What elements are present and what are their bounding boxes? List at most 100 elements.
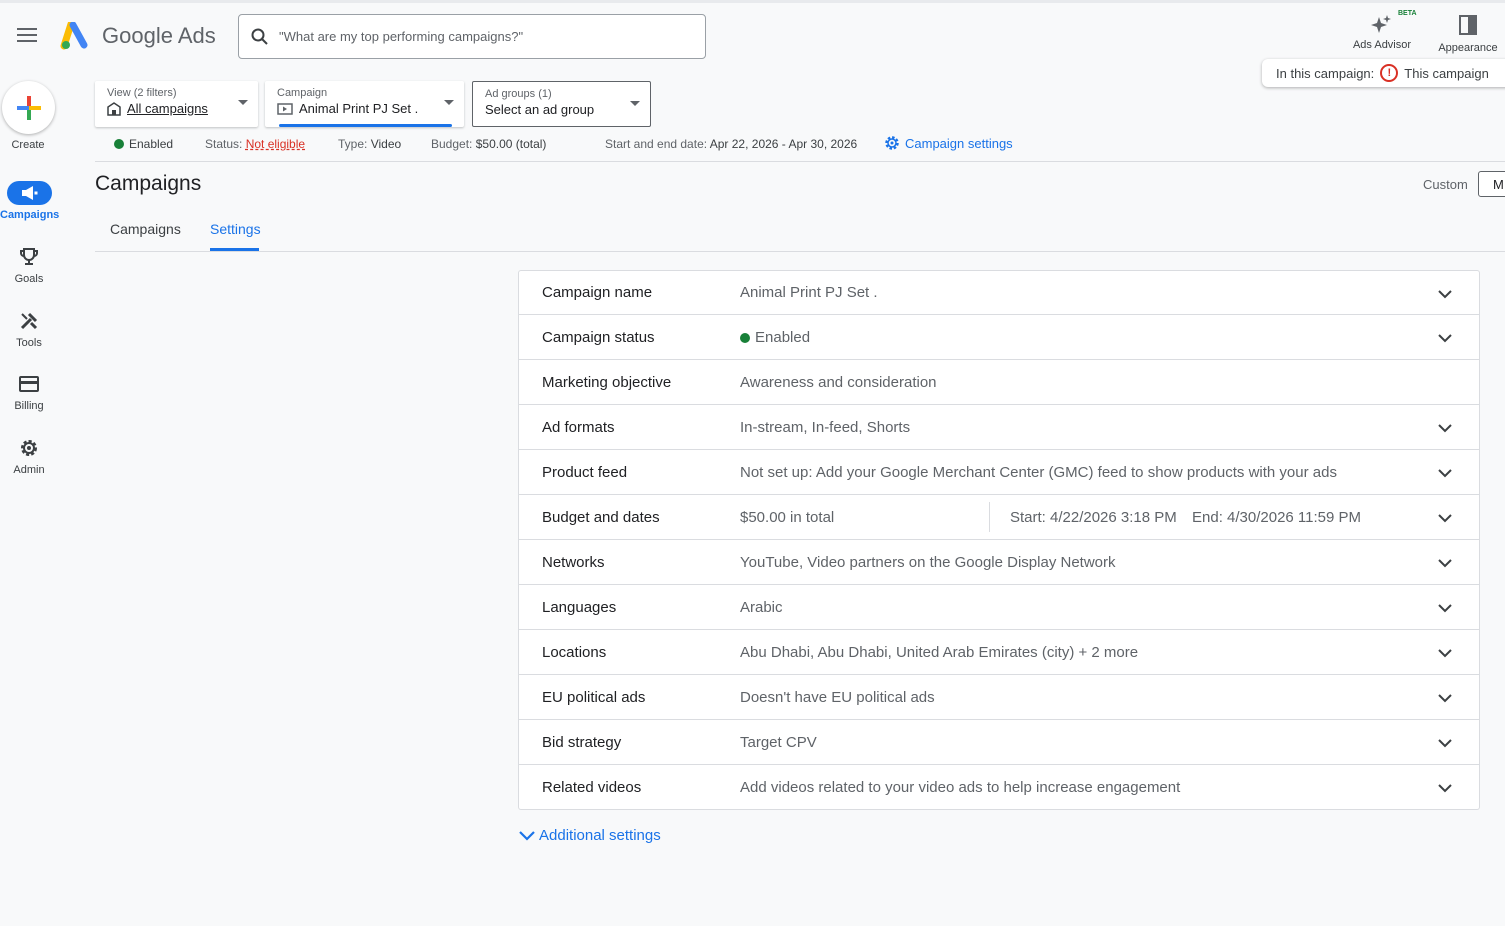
nav-billing[interactable]: Billing	[0, 372, 58, 412]
additional-settings-toggle[interactable]: Additional settings	[518, 827, 661, 844]
selected-underline	[279, 124, 452, 127]
banner-text: This campaign	[1404, 65, 1489, 81]
setting-value: Target CPV	[740, 733, 817, 751]
setting-value: Abu Dhabi, Abu Dhabi, United Arab Emirat…	[740, 643, 1139, 661]
nav-campaigns[interactable]: Campaigns	[0, 181, 59, 221]
campaign-dates: Start and end date: Apr 22, 2026 - Apr 3…	[605, 137, 858, 151]
setting-name: EU political ads	[542, 688, 646, 706]
setting-value: In-stream, In-feed, Shorts	[740, 418, 911, 436]
chevron-down-icon	[1438, 424, 1452, 433]
search-input[interactable]	[279, 29, 679, 44]
setting-name: Budget and dates	[542, 508, 660, 526]
main-menu-icon[interactable]	[17, 28, 37, 44]
chevron-down-icon	[1438, 604, 1452, 613]
setting-value: Add videos related to your video ads to …	[740, 778, 1181, 796]
trophy-icon	[17, 245, 41, 269]
setting-row-languages[interactable]: Languages Arabic	[518, 585, 1480, 630]
chevron-down-icon	[519, 830, 535, 841]
setting-row-budget-and-dates[interactable]: Budget and dates $50.00 in total Start: …	[518, 495, 1480, 540]
setting-value: YouTube, Video partners on the Google Di…	[740, 553, 1116, 571]
setting-name: Bid strategy	[542, 733, 622, 751]
date-range-selector[interactable]: M	[1478, 171, 1505, 197]
adgroups-filter-value: Select an ad group	[485, 102, 595, 117]
nav-tools-label: Tools	[16, 337, 42, 349]
setting-value: Awareness and consideration	[740, 373, 937, 391]
view-filter-label: View (2 filters)	[107, 87, 177, 99]
additional-settings-label: Additional settings	[539, 827, 661, 844]
nav-billing-label: Billing	[14, 400, 44, 412]
chevron-down-icon	[1438, 739, 1452, 748]
campaign-filter-value: Animal Print PJ Set .	[299, 101, 419, 116]
nav-admin[interactable]: Admin	[0, 436, 58, 476]
nav-admin-label: Admin	[13, 464, 45, 476]
search-icon	[251, 28, 268, 45]
chevron-down-icon	[630, 101, 640, 106]
setting-value: Enabled	[740, 329, 810, 346]
nav-goals[interactable]: Goals	[0, 245, 58, 285]
alert-icon: !	[1380, 64, 1399, 82]
ads-advisor-button[interactable]: BETA Ads Advisor	[1348, 10, 1417, 51]
adgroups-filter-label: Ad groups (1)	[485, 88, 552, 100]
tab-settings[interactable]: Settings	[210, 221, 261, 237]
setting-name: Networks	[542, 553, 605, 571]
status-dot-icon	[114, 139, 124, 149]
plus-icon	[16, 95, 41, 120]
appearance-label: Appearance	[1438, 42, 1498, 54]
nav-tools[interactable]: Tools	[0, 309, 58, 349]
campaign-filter-label: Campaign	[277, 87, 328, 99]
eligibility-status[interactable]: Status: Not eligible	[205, 137, 305, 151]
nav-goals-label: Goals	[14, 273, 44, 285]
campaign-filter-chip[interactable]: Campaign Animal Print PJ Set .	[265, 81, 464, 127]
appearance-button[interactable]: Appearance	[1432, 10, 1504, 54]
chevron-down-icon	[1438, 694, 1452, 703]
setting-name: Languages	[542, 598, 617, 616]
divider	[95, 161, 1505, 162]
create-button[interactable]	[2, 81, 55, 134]
setting-row-ad-formats[interactable]: Ad formats In-stream, In-feed, Shorts	[518, 405, 1480, 450]
view-filter-chip[interactable]: View (2 filters) All campaigns	[95, 81, 258, 127]
sparkle-icon	[1371, 15, 1391, 33]
setting-row-related-videos[interactable]: Related videos Add videos related to you…	[518, 765, 1480, 810]
setting-name: Locations	[542, 643, 607, 661]
chevron-down-icon	[1438, 469, 1452, 478]
tools-icon	[17, 309, 41, 333]
campaign-budget: Budget: $50.00 (total)	[431, 137, 547, 151]
setting-value: Arabic	[740, 598, 783, 616]
banner-prefix: In this campaign:	[1276, 65, 1375, 81]
setting-row-networks[interactable]: Networks YouTube, Video partners on the …	[518, 540, 1480, 585]
chevron-down-icon	[1438, 784, 1452, 793]
create-label: Create	[11, 139, 45, 151]
view-filter-value: All campaigns	[127, 101, 208, 116]
divider	[989, 502, 990, 532]
setting-name: Ad formats	[542, 418, 615, 436]
video-campaign-icon	[277, 102, 293, 115]
setting-row-campaign-name[interactable]: Campaign name Animal Print PJ Set .	[518, 270, 1480, 315]
campaign-alert-banner[interactable]: In this campaign: ! This campaign	[1262, 59, 1505, 87]
setting-name: Marketing objective	[542, 373, 672, 391]
chevron-down-icon	[1438, 514, 1452, 523]
setting-value: Animal Print PJ Set .	[740, 284, 878, 301]
chevron-down-icon	[1438, 649, 1452, 658]
setting-name: Product feed	[542, 463, 628, 481]
setting-row-locations[interactable]: Locations Abu Dhabi, Abu Dhabi, United A…	[518, 630, 1480, 675]
setting-row-eu-political-ads[interactable]: EU political ads Doesn't have EU politic…	[518, 675, 1480, 720]
end-date: End: 4/30/2026 11:59 PM	[1192, 508, 1362, 526]
chevron-down-icon	[238, 100, 248, 105]
setting-row-campaign-status[interactable]: Campaign status Enabled	[518, 315, 1480, 360]
setting-row-bid-strategy[interactable]: Bid strategy Target CPV	[518, 720, 1480, 765]
ads-advisor-label: Ads Advisor	[1352, 39, 1412, 51]
tab-campaigns[interactable]: Campaigns	[110, 221, 181, 237]
google-ads-logo-icon	[60, 22, 88, 50]
campaign-settings-link[interactable]: Campaign settings	[884, 135, 1013, 151]
page-title: Campaigns	[95, 172, 202, 195]
search-bar[interactable]	[238, 14, 706, 59]
appearance-icon	[1459, 15, 1477, 35]
chevron-down-icon	[444, 100, 454, 105]
setting-row-marketing-objective: Marketing objective Awareness and consid…	[518, 360, 1480, 405]
gear-icon	[885, 136, 899, 150]
adgroups-filter-chip[interactable]: Ad groups (1) Select an ad group	[472, 81, 651, 127]
enabled-status: Enabled	[114, 137, 173, 151]
setting-row-product-feed[interactable]: Product feed Not set up: Add your Google…	[518, 450, 1480, 495]
chevron-down-icon	[1438, 559, 1452, 568]
credit-card-icon	[17, 372, 41, 396]
